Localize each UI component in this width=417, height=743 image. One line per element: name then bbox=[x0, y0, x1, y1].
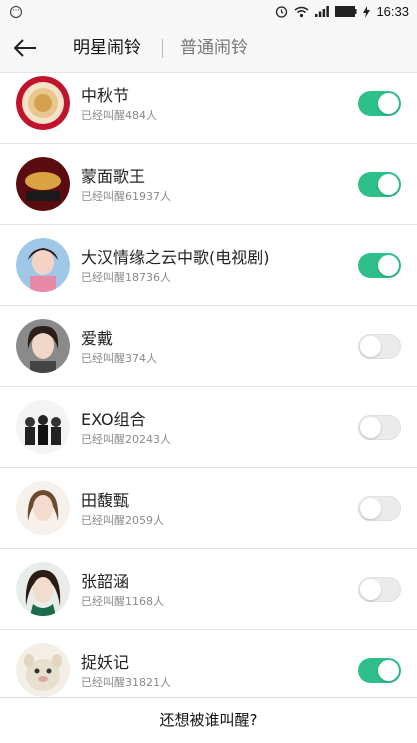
battery-icon bbox=[335, 6, 357, 17]
status-time: 16:33 bbox=[376, 4, 409, 19]
alarm-toggle[interactable] bbox=[358, 91, 401, 116]
wifi-icon bbox=[294, 6, 309, 17]
toggle-knob bbox=[378, 93, 399, 114]
notification-dots-icon: ··· bbox=[10, 6, 22, 18]
item-wake-count: 已经叫醒374人 bbox=[81, 352, 157, 365]
list-item[interactable]: 大汉情缘之云中歌(电视剧) 已经叫醒18736人 bbox=[0, 225, 417, 306]
toggle-knob bbox=[360, 417, 381, 438]
item-name: 蒙面歌王 bbox=[81, 167, 146, 186]
alarm-toggle[interactable] bbox=[358, 577, 401, 602]
list-item[interactable]: 田馥甄 已经叫醒2059人 bbox=[0, 468, 417, 549]
list-item[interactable]: 爱戴 已经叫醒374人 bbox=[0, 306, 417, 387]
star-alarm-list: 中秋节 已经叫醒484人 蒙面歌王 已经叫醒61937人 大汉情缘之云中歌(电视… bbox=[0, 73, 417, 698]
tab-divider bbox=[162, 39, 163, 58]
status-icons: 16:33 bbox=[275, 4, 409, 19]
charging-icon bbox=[363, 5, 371, 18]
item-wake-count: 已经叫醒20243人 bbox=[81, 433, 171, 446]
list-item[interactable]: 捉妖记 已经叫醒31821人 bbox=[0, 630, 417, 698]
avatar bbox=[16, 76, 70, 130]
tab-normal-alarm[interactable]: 普通闹铃 bbox=[180, 37, 248, 59]
item-wake-count: 已经叫醒31821人 bbox=[81, 676, 171, 689]
item-name: 爱戴 bbox=[81, 329, 114, 348]
item-wake-count: 已经叫醒61937人 bbox=[81, 190, 171, 203]
item-wake-count: 已经叫醒18736人 bbox=[81, 271, 171, 284]
avatar bbox=[16, 481, 70, 535]
item-name: 捉妖记 bbox=[81, 653, 130, 672]
toggle-knob bbox=[378, 660, 399, 681]
item-name: 中秋节 bbox=[81, 86, 130, 105]
avatar bbox=[16, 319, 70, 373]
avatar bbox=[16, 562, 70, 616]
list-item[interactable]: EXO组合 已经叫醒20243人 bbox=[0, 387, 417, 468]
who-else-wake-button[interactable]: 还想被谁叫醒? bbox=[0, 697, 417, 743]
list-item[interactable]: 中秋节 已经叫醒484人 bbox=[0, 73, 417, 144]
alarm-toggle[interactable] bbox=[358, 334, 401, 359]
alarm-toggle[interactable] bbox=[358, 496, 401, 521]
toggle-knob bbox=[360, 579, 381, 600]
avatar bbox=[16, 643, 70, 697]
footer-label: 还想被谁叫醒? bbox=[159, 711, 258, 729]
item-name: 张韶涵 bbox=[81, 572, 130, 591]
item-name: 田馥甄 bbox=[81, 491, 130, 510]
back-button[interactable] bbox=[12, 36, 40, 60]
item-wake-count: 已经叫醒2059人 bbox=[81, 514, 164, 527]
toggle-knob bbox=[378, 174, 399, 195]
signal-icon bbox=[315, 6, 330, 17]
top-nav-bar: 明星闹铃 普通闹铃 bbox=[0, 24, 417, 73]
item-wake-count: 已经叫醒484人 bbox=[81, 109, 157, 122]
tab-star-alarm[interactable]: 明星闹铃 bbox=[73, 37, 141, 59]
item-name: 大汉情缘之云中歌(电视剧) bbox=[81, 248, 270, 267]
alarm-toggle[interactable] bbox=[358, 172, 401, 197]
alarm-toggle[interactable] bbox=[358, 253, 401, 278]
toggle-knob bbox=[360, 336, 381, 357]
alarm-toggle[interactable] bbox=[358, 658, 401, 683]
list-item[interactable]: 张韶涵 已经叫醒1168人 bbox=[0, 549, 417, 630]
arrow-left-icon bbox=[13, 39, 36, 57]
toggle-knob bbox=[378, 255, 399, 276]
status-bar: ··· 16:33 bbox=[0, 0, 417, 24]
toggle-knob bbox=[360, 498, 381, 519]
alarm-toggle[interactable] bbox=[358, 415, 401, 440]
item-wake-count: 已经叫醒1168人 bbox=[81, 595, 164, 608]
avatar bbox=[16, 157, 70, 211]
item-name: EXO组合 bbox=[81, 410, 146, 429]
alarm-icon bbox=[276, 6, 288, 18]
list-item[interactable]: 蒙面歌王 已经叫醒61937人 bbox=[0, 144, 417, 225]
avatar bbox=[16, 238, 70, 292]
avatar bbox=[16, 400, 70, 454]
